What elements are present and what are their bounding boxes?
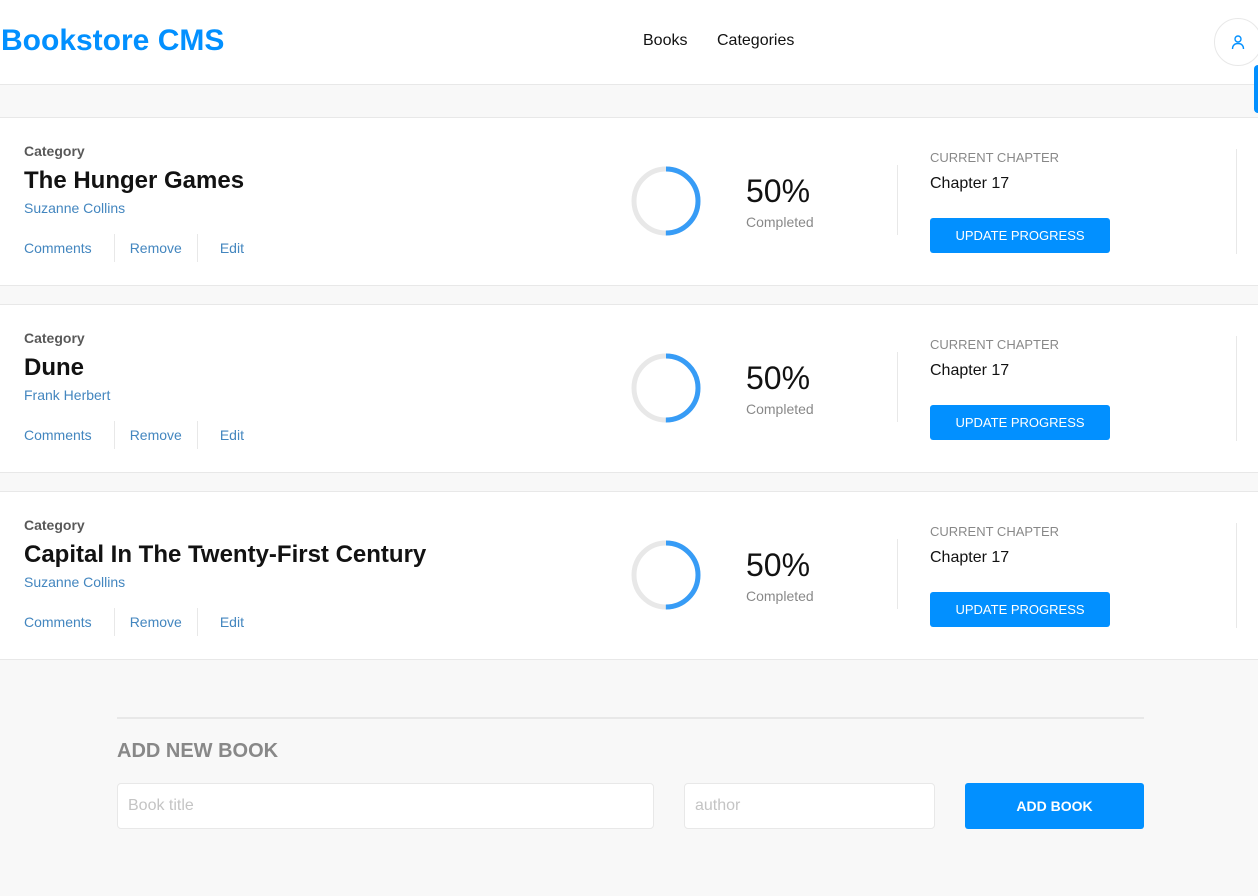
book-card: Category The Hunger Games Suzanne Collin… <box>0 117 1258 286</box>
section-divider <box>897 165 898 235</box>
completed-label: Completed <box>746 588 814 604</box>
edit-button[interactable]: Edit <box>220 427 244 443</box>
action-divider <box>113 608 115 636</box>
book-title: Dune <box>24 354 84 381</box>
completed-label: Completed <box>746 214 814 230</box>
progress-ring <box>631 353 701 423</box>
progress-ring <box>631 540 701 610</box>
current-chapter-value: Chapter 17 <box>930 175 1010 192</box>
comments-button[interactable]: Comments <box>24 240 92 256</box>
current-chapter-label: CURRENT CHAPTER <box>930 524 1060 539</box>
add-book-button[interactable]: ADD BOOK <box>965 783 1144 829</box>
remove-button[interactable]: Remove <box>130 614 182 630</box>
progress-percent: 50% <box>746 173 811 209</box>
remove-button[interactable]: Remove <box>130 427 182 443</box>
comments-button[interactable]: Comments <box>24 427 92 443</box>
form-divider <box>117 717 1144 719</box>
action-divider <box>196 421 198 449</box>
app-header: Bookstore CMS Books Categories <box>0 0 1258 85</box>
section-divider <box>1236 149 1237 254</box>
current-chapter-value: Chapter 17 <box>930 549 1010 566</box>
nav-categories-link[interactable]: Categories <box>717 32 794 50</box>
section-divider <box>1236 523 1237 628</box>
edit-button[interactable]: Edit <box>220 240 244 256</box>
comments-button[interactable]: Comments <box>24 614 92 630</box>
book-category: Category <box>24 330 85 346</box>
progress-ring <box>631 166 701 236</box>
book-card: Category Dune Frank Herbert Comments Rem… <box>0 304 1258 473</box>
author-input[interactable] <box>684 783 935 829</box>
book-title: Capital In The Twenty-First Century <box>24 541 427 568</box>
book-category: Category <box>24 517 85 533</box>
user-icon <box>1231 35 1245 50</box>
update-progress-button[interactable]: UPDATE PROGRESS <box>930 218 1110 253</box>
section-divider <box>1236 336 1237 441</box>
book-author: Suzanne Collins <box>24 200 126 216</box>
scroll-indicator[interactable] <box>1254 65 1258 113</box>
action-divider <box>113 234 115 262</box>
book-actions: Comments Remove Edit <box>24 421 244 449</box>
book-author: Frank Herbert <box>24 387 111 403</box>
update-progress-button[interactable]: UPDATE PROGRESS <box>930 592 1110 627</box>
book-actions: Comments Remove Edit <box>24 608 244 636</box>
remove-button[interactable]: Remove <box>130 240 182 256</box>
action-divider <box>196 608 198 636</box>
book-category: Category <box>24 143 85 159</box>
add-book-title: ADD NEW BOOK <box>117 740 279 762</box>
section-divider <box>897 539 898 609</box>
user-profile-button[interactable] <box>1214 18 1258 66</box>
book-author: Suzanne Collins <box>24 574 126 590</box>
book-title: The Hunger Games <box>24 167 245 194</box>
completed-label: Completed <box>746 401 814 417</box>
current-chapter-label: CURRENT CHAPTER <box>930 150 1060 165</box>
progress-percent: 50% <box>746 360 811 396</box>
edit-button[interactable]: Edit <box>220 614 244 630</box>
current-chapter-value: Chapter 17 <box>930 362 1010 379</box>
nav-books-link[interactable]: Books <box>643 32 687 50</box>
update-progress-button[interactable]: UPDATE PROGRESS <box>930 405 1110 440</box>
action-divider <box>113 421 115 449</box>
current-chapter-label: CURRENT CHAPTER <box>930 337 1060 352</box>
section-divider <box>897 352 898 422</box>
book-actions: Comments Remove Edit <box>24 234 244 262</box>
progress-percent: 50% <box>746 547 811 583</box>
book-title-input[interactable] <box>117 783 654 829</box>
book-card: Category Capital In The Twenty-First Cen… <box>0 491 1258 660</box>
action-divider <box>196 234 198 262</box>
app-logo[interactable]: Bookstore CMS <box>1 24 224 58</box>
